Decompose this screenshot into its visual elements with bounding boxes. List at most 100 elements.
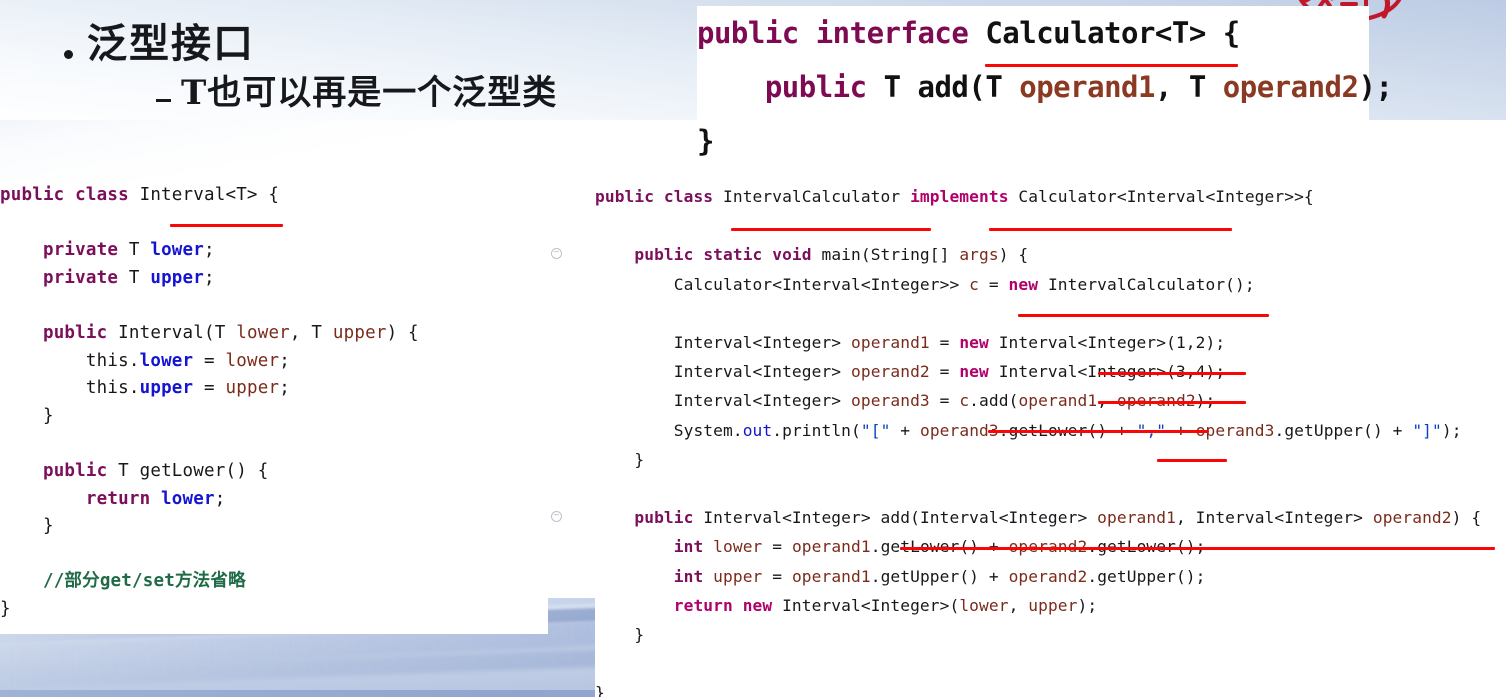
code-token: }: [595, 683, 605, 697]
code-line: public T add(T operand1, T operand2);: [697, 60, 1393, 114]
code-token: T: [985, 70, 1020, 104]
code-token: IntervalCalculator: [1047, 274, 1226, 294]
code-token: operand1: [851, 333, 930, 353]
code-token: upper: [139, 378, 194, 399]
code-token: +: [890, 420, 920, 440]
title-bullet-row: 泛型接口: [64, 20, 704, 67]
code-token: operand3: [851, 391, 930, 411]
code-token: public: [42, 322, 119, 343]
code-token: T: [1188, 70, 1223, 104]
code-line: public class IntervalCalculator implemen…: [595, 182, 1506, 211]
code-token: operand1: [791, 566, 871, 586]
code-token: operand2: [1372, 508, 1452, 528]
code-token: args: [959, 245, 999, 265]
code-body[interactable]: public class Interval<T> { private T low…: [0, 182, 548, 624]
code-line: Calculator<Interval<Integer>> c = new In…: [595, 270, 1506, 299]
code-line: public interface Calculator<T> {: [697, 6, 1369, 60]
code-fold-toggle-icon[interactable]: [551, 511, 562, 523]
code-token: }: [0, 405, 54, 426]
code-token: .: [1274, 420, 1285, 440]
red-underline-annotation: [731, 228, 931, 231]
code-body[interactable]: public interface Calculator<T> { public …: [697, 6, 1393, 168]
code-token: Interval<Integer>: [673, 333, 851, 353]
code-token: , Interval<Integer>: [1175, 508, 1373, 528]
code-token: ;: [214, 488, 226, 509]
code-token: () {: [225, 460, 269, 481]
code-token: upper: [713, 566, 763, 586]
code-line: }: [697, 114, 1369, 168]
code-token: lower: [959, 595, 1009, 615]
code-token: ) {: [1451, 508, 1482, 528]
code-token: public: [634, 508, 704, 528]
code-token: operand2: [851, 362, 930, 382]
code-token: () +: [959, 566, 1009, 586]
code-panel-interface: public interface Calculator<T> { public …: [697, 6, 1393, 168]
code-token: T: [128, 267, 151, 288]
code-fold-toggle-icon[interactable]: [551, 248, 562, 260]
code-token: ,: [289, 322, 312, 343]
code-token: }: [0, 598, 11, 619]
page-title: 泛型接口: [87, 20, 255, 67]
code-token: T: [311, 322, 333, 343]
code-token: (: [949, 595, 960, 615]
code-token: () +: [1363, 420, 1413, 440]
code-token: int: [673, 566, 714, 586]
code-token: private: [42, 240, 129, 261]
code-token: (1,2);: [1166, 333, 1226, 353]
code-token: .: [732, 420, 743, 440]
code-token: operand1: [1019, 70, 1155, 104]
code-token: .: [969, 391, 980, 411]
code-token: this: [85, 378, 129, 399]
code-token: .: [772, 420, 783, 440]
slide-canvas: 泛型接口 T也可以再是一个泛型类 public interface Calcul…: [0, 0, 1506, 697]
code-token: IntervalCalculator: [723, 187, 911, 206]
red-underline-annotation: [1018, 314, 1269, 317]
code-token: getUpper: [880, 566, 960, 586]
code-token: lower: [236, 322, 290, 343]
code-line: }: [595, 620, 1506, 649]
code-token: .: [1087, 566, 1098, 586]
red-underline-annotation: [985, 64, 1238, 67]
code-body[interactable]: public class IntervalCalculator implemen…: [551, 182, 1506, 697]
code-line: }: [595, 445, 1506, 474]
code-token: Interval: [118, 322, 204, 343]
code-token: =: [193, 378, 226, 399]
code-token: T: [118, 460, 140, 481]
code-token: ,: [1154, 70, 1189, 104]
code-token: ;: [204, 267, 215, 288]
code-token: (: [851, 420, 861, 440]
code-token: public: [634, 245, 704, 265]
code-token: c: [959, 391, 970, 411]
code-token: }: [697, 124, 714, 158]
code-token: (: [204, 322, 215, 343]
code-line: }: [0, 403, 548, 431]
code-line: this.upper = upper;: [0, 375, 548, 403]
code-token: Interval<Integer>: [673, 362, 851, 382]
code-token: System: [673, 420, 733, 440]
code-token: Interval<T> {: [139, 185, 280, 205]
code-token: getUpper: [1284, 420, 1364, 440]
code-token: public: [697, 16, 816, 50]
code-token: public: [764, 70, 884, 104]
code-token: Interval<Integer>: [703, 508, 881, 528]
code-token: class: [75, 185, 140, 205]
code-token: public: [595, 187, 664, 206]
code-token: Calculator<Interval<Integer>>: [673, 274, 970, 294]
code-line: Interval<Integer> operand1 = new Interva…: [595, 328, 1506, 357]
code-token: out: [742, 420, 773, 440]
